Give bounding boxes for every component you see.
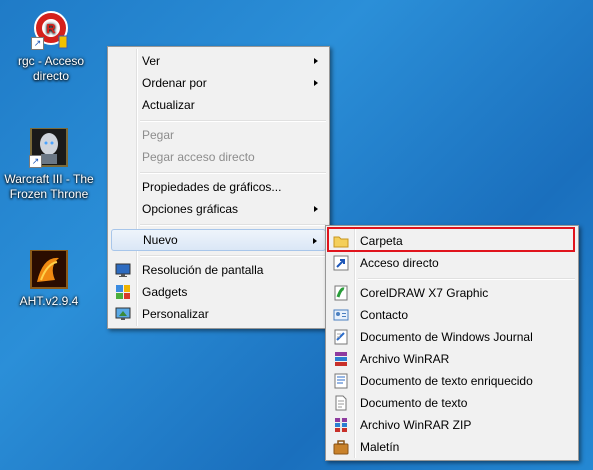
shortcut-arrow-icon: ↗ <box>29 155 42 168</box>
journal-icon <box>333 329 349 345</box>
menu-item-pegar-acceso-directo: Pegar acceso directo <box>111 146 326 168</box>
coreldraw-icon <box>333 285 349 301</box>
menu-item-label: Documento de texto enriquecido <box>360 374 533 388</box>
menu-separator <box>140 172 326 174</box>
desktop-icon-warcraft[interactable]: ↗ Warcraft III - The Frozen Throne <box>4 127 94 202</box>
menu-item-label: Archivo WinRAR <box>360 352 450 366</box>
winrar-icon <box>333 351 349 367</box>
menu-separator <box>140 224 326 226</box>
menu-item-label: Ordenar por <box>142 76 207 90</box>
briefcase-icon <box>333 439 349 455</box>
display-icon <box>115 262 131 278</box>
menu-item-ver[interactable]: Ver <box>111 50 326 72</box>
menu-item-actualizar[interactable]: Actualizar <box>111 94 326 116</box>
submenu-item-documento-texto[interactable]: Documento de texto <box>329 392 575 414</box>
wordpad-icon <box>333 373 349 389</box>
menu-item-label: Documento de Windows Journal <box>360 330 533 344</box>
menu-separator <box>140 120 326 122</box>
submenu-item-acceso-directo[interactable]: Acceso directo <box>329 252 575 274</box>
submenu-item-texto-enriquecido[interactable]: Documento de texto enriquecido <box>329 370 575 392</box>
menu-item-propiedades-graficos[interactable]: Propiedades de gráficos... <box>111 176 326 198</box>
shortcut-arrow-icon: ↗ <box>31 37 44 50</box>
warcraft-icon: ↗ <box>29 127 69 168</box>
nuevo-submenu: Carpeta Acceso directo CorelDRAW X7 Grap… <box>325 225 579 461</box>
menu-item-label: Pegar <box>142 128 175 142</box>
menu-separator <box>358 278 575 280</box>
submenu-item-maletin[interactable]: Maletín <box>329 436 575 458</box>
desktop-icon-label: rgc - Acceso <box>17 54 85 68</box>
submenu-arrow-icon <box>314 206 318 212</box>
menu-item-label: Ver <box>142 54 161 68</box>
menu-item-label: Contacto <box>360 308 409 322</box>
submenu-arrow-icon <box>313 238 317 244</box>
desktop-icon-label: Frozen Throne <box>9 187 89 201</box>
menu-item-label: Gadgets <box>142 285 188 299</box>
menu-item-nuevo[interactable]: Nuevo <box>111 229 326 251</box>
submenu-arrow-icon <box>314 58 318 64</box>
personalize-icon <box>115 306 131 322</box>
menu-item-ordenar-por[interactable]: Ordenar por <box>111 72 326 94</box>
submenu-item-contacto[interactable]: Contacto <box>329 304 575 326</box>
desktop-icon-aht[interactable]: AHT.v2.9.4 <box>4 249 94 309</box>
menu-item-label: Opciones gráficas <box>142 202 239 216</box>
submenu-item-windows-journal[interactable]: Documento de Windows Journal <box>329 326 575 348</box>
menu-separator <box>140 255 326 257</box>
winrar-zip-icon <box>333 417 349 433</box>
menu-item-pegar: Pegar <box>111 124 326 146</box>
shortcut-icon <box>333 255 349 271</box>
submenu-item-archivo-winrar[interactable]: Archivo WinRAR <box>329 348 575 370</box>
menu-item-label: Archivo WinRAR ZIP <box>360 418 472 432</box>
menu-item-label: Resolución de pantalla <box>142 263 264 277</box>
desktop-context-menu: Ver Ordenar por Actualizar Pegar Pegar a… <box>107 46 330 329</box>
submenu-item-winrar-zip[interactable]: Archivo WinRAR ZIP <box>329 414 575 436</box>
contact-icon <box>333 307 349 323</box>
menu-item-gadgets[interactable]: Gadgets <box>111 281 326 303</box>
menu-item-resolucion-pantalla[interactable]: Resolución de pantalla <box>111 259 326 281</box>
menu-item-label: CorelDRAW X7 Graphic <box>360 286 489 300</box>
menu-item-personalizar[interactable]: Personalizar <box>111 303 326 325</box>
submenu-arrow-icon <box>314 80 318 86</box>
carpeta-highlight-box <box>327 227 575 252</box>
desktop-icon-label: directo <box>32 69 70 83</box>
svg-text:R: R <box>46 21 56 36</box>
menu-item-label: Acceso directo <box>360 256 439 270</box>
submenu-item-coreldraw[interactable]: CorelDRAW X7 Graphic <box>329 282 575 304</box>
aht-map-icon <box>29 249 69 290</box>
desktop-icon-label: Warcraft III - The <box>4 172 94 186</box>
desktop-icon-label: AHT.v2.9.4 <box>19 294 79 308</box>
menu-item-label: Maletín <box>360 440 400 454</box>
menu-item-opciones-graficas[interactable]: Opciones gráficas <box>111 198 326 220</box>
gadgets-icon <box>115 284 131 300</box>
desktop-icon-rgc[interactable]: R ↗ rgc - Acceso directo <box>6 10 96 84</box>
rgc-app-icon: R ↗ <box>31 10 71 50</box>
menu-item-label: Documento de texto <box>360 396 468 410</box>
text-file-icon <box>333 395 349 411</box>
menu-item-label: Nuevo <box>143 233 178 247</box>
menu-item-label: Personalizar <box>142 307 209 321</box>
menu-item-label: Actualizar <box>142 98 195 112</box>
menu-item-label: Propiedades de gráficos... <box>142 180 282 194</box>
menu-item-label: Pegar acceso directo <box>142 150 255 164</box>
